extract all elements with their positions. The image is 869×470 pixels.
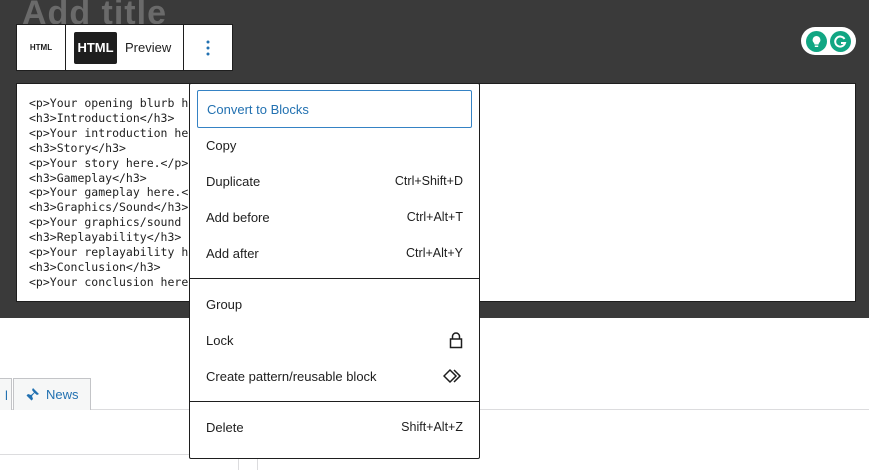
menu-item-label: Group: [206, 296, 243, 312]
reusable-block-icon: [443, 368, 463, 384]
create-pattern-item[interactable]: Create pattern/reusable block: [197, 358, 472, 394]
add-before-item[interactable]: Add before Ctrl+Alt+T: [197, 199, 472, 235]
html-mode-button[interactable]: HTML: [74, 31, 117, 64]
preview-mode-button[interactable]: Preview: [125, 40, 171, 55]
block-options-menu: Convert to Blocks Copy Duplicate Ctrl+Sh…: [189, 83, 480, 459]
menu-item-label: Convert to Blocks: [207, 101, 309, 117]
menu-group-transform: Convert to Blocks Copy Duplicate Ctrl+Sh…: [190, 84, 479, 278]
mode-switcher: HTML Preview: [66, 25, 184, 70]
menu-item-label: Add after: [206, 245, 259, 261]
menu-item-label: Copy: [206, 137, 237, 153]
menu-group-remove: Delete Shift+Alt+Z: [190, 402, 479, 452]
tab-news-label: News: [46, 387, 79, 402]
add-after-item[interactable]: Add after Ctrl+Alt+Y: [197, 235, 472, 271]
lightbulb-icon[interactable]: [806, 30, 827, 52]
menu-item-label: Create pattern/reusable block: [206, 368, 377, 384]
vertical-ellipsis-icon: [206, 40, 210, 55]
duplicate-item[interactable]: Duplicate Ctrl+Shift+D: [197, 163, 472, 199]
pushpin-icon: [25, 387, 39, 402]
block-type-button[interactable]: HTML: [17, 25, 66, 70]
shortcut-label: Ctrl+Alt+T: [406, 210, 463, 224]
tab-news[interactable]: News: [13, 378, 91, 410]
group-item[interactable]: Group: [197, 286, 472, 322]
convert-to-blocks-item[interactable]: Convert to Blocks: [197, 90, 472, 128]
options-button[interactable]: [184, 25, 232, 70]
html-block-icon: HTML: [29, 43, 53, 52]
delete-item[interactable]: Delete Shift+Alt+Z: [197, 409, 472, 445]
shortcut-label: Shift+Alt+Z: [401, 420, 463, 434]
grammarly-widget[interactable]: [801, 27, 856, 55]
menu-item-label: Duplicate: [206, 173, 261, 189]
block-editor-screen: Add title HTML HTML Preview <p>Your open…: [0, 0, 869, 470]
menu-group-organize: Group Lock Create pattern/reusable block: [190, 279, 479, 401]
shortcut-label: Ctrl+Alt+Y: [406, 246, 463, 260]
tab-partial[interactable]: l: [0, 378, 12, 410]
block-toolbar: HTML HTML Preview: [16, 24, 233, 71]
lock-item[interactable]: Lock: [197, 322, 472, 358]
menu-item-label: Add before: [206, 209, 270, 225]
shortcut-label: Ctrl+Shift+D: [394, 174, 463, 188]
menu-item-label: Delete: [206, 419, 244, 435]
menu-item-label: Lock: [206, 332, 234, 348]
tab-partial-label: l: [5, 388, 8, 403]
copy-item[interactable]: Copy: [197, 127, 472, 163]
lock-icon: [449, 331, 463, 349]
grammarly-g-icon[interactable]: [830, 30, 851, 52]
